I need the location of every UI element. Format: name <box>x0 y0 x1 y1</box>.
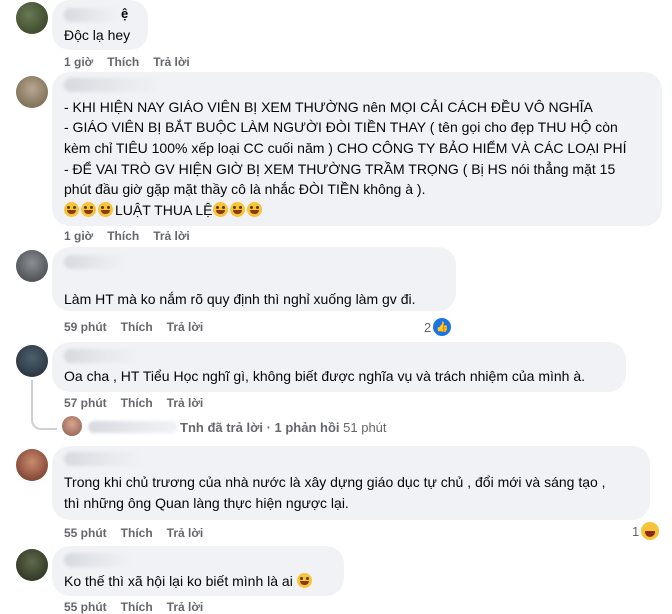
comment-text: - ĐỂ VAI TRÒ GV HIỆN GIỜ BỊ XEM THƯỜNG T… <box>64 161 616 177</box>
reply-time: 51 phút <box>343 420 387 435</box>
avatar[interactable] <box>16 76 48 108</box>
comment-actions: 57 phút Thích Trả lời <box>64 396 217 410</box>
comment-actions: 1 giờ Thích Trả lời <box>64 229 204 243</box>
author-name[interactable] <box>64 78 164 92</box>
comment-actions: 55 phút Thích Trả lời <box>64 526 217 540</box>
laughing-emoji-icon <box>296 573 312 588</box>
reaction-count: 1 <box>632 523 640 539</box>
author-name[interactable] <box>64 452 144 466</box>
comment-time[interactable]: 1 giờ <box>64 229 93 243</box>
thread-line <box>31 380 33 420</box>
comment-time[interactable]: 57 phút <box>64 396 107 410</box>
reaction-summary[interactable]: 1 <box>632 522 660 540</box>
comment-text: - KHI HIỆN NAY GIÁO VIÊN BỊ XEM THƯỜNG n… <box>64 99 593 115</box>
like-button[interactable]: Thích <box>107 229 139 243</box>
reply-button[interactable]: Trả lời <box>167 526 204 540</box>
laughing-emoji-icon <box>64 202 79 217</box>
comment-time[interactable]: 55 phút <box>64 526 107 540</box>
replied-text: nh đã trả lời <box>187 420 263 435</box>
like-button[interactable]: Thích <box>121 396 153 410</box>
avatar[interactable] <box>16 250 48 282</box>
comment-text: phút đầu giờ gặp mặt thầy cô là nhắc ĐÒI… <box>64 181 426 197</box>
like-icon: 👍 <box>433 318 452 336</box>
author-name[interactable] <box>64 255 128 269</box>
comment-time[interactable]: 59 phút <box>64 320 107 334</box>
comment-actions: 1 giờ Thích Trả lời <box>64 55 204 69</box>
author-name-fragment: ệ <box>121 6 129 21</box>
comment-text: Trong khi chủ trương của nhà nước là xây… <box>64 474 606 490</box>
reply-author-name[interactable] <box>88 421 178 433</box>
comment-text: Ko thế thì xã hội lại ko biết mình là ai <box>64 572 314 591</box>
emoji-line-text: LUẬT THUA LỆ <box>115 202 213 218</box>
comment-text: Làm HT mà ko nắm rõ quy định thì nghỉ xu… <box>64 291 416 307</box>
avatar[interactable] <box>16 549 48 581</box>
author-name[interactable] <box>64 8 122 22</box>
thread-line-curve <box>31 418 57 430</box>
comment-actions: 59 phút Thích Trả lời <box>64 320 217 334</box>
view-replies-link[interactable]: Tnh đã trả lời · 1 phản hồi 51 phút <box>180 420 387 435</box>
reply-count: · 1 phản hồi <box>266 420 340 435</box>
avatar[interactable] <box>16 449 48 481</box>
avatar[interactable] <box>16 2 48 34</box>
like-button[interactable]: Thích <box>121 320 153 334</box>
comment-text: Độc lạ hey <box>64 27 131 43</box>
like-button[interactable]: Thích <box>107 55 139 69</box>
reaction-summary[interactable]: 2 👍 <box>424 318 452 336</box>
laughing-emoji-icon <box>246 202 262 217</box>
author-name[interactable] <box>64 553 134 567</box>
comment-text: Oa cha , HT Tiểu Học nghĩ gì, không biết… <box>64 368 586 384</box>
comment-text-body: Ko thế thì xã hội lại ko biết mình là ai <box>64 573 293 589</box>
haha-icon <box>641 522 660 540</box>
rofl-emoji-icon <box>229 202 245 217</box>
author-name[interactable] <box>64 349 140 363</box>
reply-button[interactable]: Trả lời <box>153 229 190 243</box>
reply-author-fragment: T <box>180 420 188 435</box>
comment-time[interactable]: 1 giờ <box>64 55 93 69</box>
comment-text: kèm chỉ TIÊU 100% xếp loại CC cuối năm )… <box>64 140 627 156</box>
reply-avatar[interactable] <box>62 416 82 436</box>
reply-button[interactable]: Trả lời <box>167 396 204 410</box>
avatar[interactable] <box>16 345 48 377</box>
laughing-emoji-icon <box>212 202 228 217</box>
reply-button[interactable]: Trả lời <box>153 55 190 69</box>
comment-text: thì những ông Quan làng thực hiện ngược … <box>64 495 349 511</box>
rofl-emoji-icon <box>81 202 96 217</box>
like-button[interactable]: Thích <box>121 526 153 540</box>
comment-text: - GIÁO VIÊN BỊ BẮT BUỘC LÀM NGƯỜI ĐÒI TI… <box>64 119 618 135</box>
reaction-count: 2 <box>424 319 432 335</box>
emoji-line: LUẬT THUA LỆ <box>64 201 264 220</box>
laughing-emoji-icon <box>98 202 113 217</box>
reply-button[interactable]: Trả lời <box>167 320 204 334</box>
